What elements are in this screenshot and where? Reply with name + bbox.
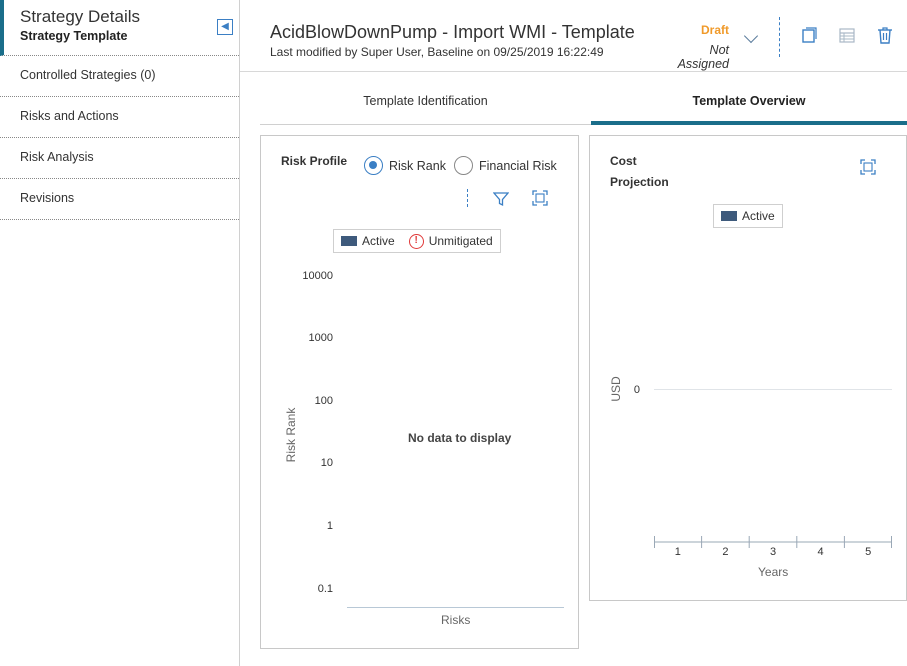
copy-icon[interactable] — [801, 27, 817, 44]
y-tick-label: 10 — [320, 457, 333, 469]
status-badge: Draft — [700, 23, 729, 37]
y-tick-label: 100 — [314, 395, 333, 407]
filter-icon[interactable] — [493, 191, 509, 207]
x-axis-title: Years — [758, 565, 789, 579]
cost-projection-legend: Active — [713, 204, 783, 228]
legend-swatch-active — [341, 236, 357, 246]
trash-icon[interactable] — [877, 27, 893, 44]
risk-profile-legend: Active ! Unmitigated — [333, 229, 501, 253]
y-tick-label: 0.1 — [317, 583, 333, 595]
sidebar-title: Strategy Details — [20, 7, 140, 26]
no-data-message: No data to display — [408, 431, 512, 445]
x-tick-label: 3 — [769, 546, 777, 558]
tab-template-overview[interactable]: Template Overview — [591, 85, 907, 125]
assignment-status: Not Assigned — [677, 43, 729, 71]
tab-bar: Template Identification Template Overvie… — [260, 85, 907, 125]
sidebar: Strategy Details Strategy Template ◀ Con… — [0, 0, 240, 666]
sidebar-item-label: Controlled Strategies (0) — [20, 68, 156, 82]
radio-label: Financial Risk — [479, 158, 557, 173]
legend-label-unmitigated: Unmitigated — [428, 234, 493, 248]
warning-icon: ! — [408, 233, 424, 249]
x-axis-title: Risks — [441, 613, 471, 627]
sidebar-item-label: Revisions — [20, 191, 75, 205]
sidebar-item-risk-analysis[interactable]: Risk Analysis — [0, 138, 239, 179]
page-title: AcidBlowDownPump - Import WMI - Template — [270, 22, 635, 42]
collapse-left-icon[interactable]: ◀ — [217, 19, 233, 35]
chevron-down-icon[interactable] — [743, 28, 759, 44]
legend-label-active: Active — [742, 209, 775, 223]
grid-icon — [839, 28, 855, 43]
sidebar-item-revisions[interactable]: Revisions — [0, 179, 239, 220]
sidebar-item-risks-and-actions[interactable]: Risks and Actions — [0, 97, 239, 138]
cost-projection-title-line1: Cost — [610, 154, 637, 168]
x-tick-label: 4 — [817, 546, 824, 558]
sidebar-item-controlled-strategies[interactable]: Controlled Strategies (0) — [0, 56, 239, 97]
y-tick-label: 1000 — [308, 332, 333, 344]
sidebar-item-label: Risk Analysis — [20, 150, 94, 164]
legend-swatch-active — [721, 211, 737, 221]
status-block: Draft Not Assigned — [656, 23, 729, 71]
radio-selected-icon — [364, 156, 383, 175]
expand-icon[interactable] — [532, 190, 548, 206]
expand-icon[interactable] — [860, 159, 876, 175]
x-tick-label: 5 — [865, 546, 872, 558]
risk-profile-title: Risk Profile — [281, 154, 348, 168]
cost-projection-panel: Cost Projection Active USD 0 12345 Years — [589, 135, 907, 601]
x-tick-label: 2 — [722, 546, 729, 558]
financial-risk-radio[interactable]: Financial Risk — [454, 156, 557, 175]
tab-template-identification[interactable]: Template Identification — [260, 85, 591, 125]
y-tick-label: 0 — [633, 384, 640, 396]
sidebar-item-label: Risks and Actions — [20, 109, 119, 123]
radio-label: Risk Rank — [389, 158, 446, 173]
risk-rank-radio[interactable]: Risk Rank — [364, 156, 446, 175]
divider — [779, 17, 780, 57]
toolbar-divider — [467, 189, 468, 207]
y-tick-label: 10000 — [302, 270, 333, 282]
x-tick-label: 1 — [674, 546, 681, 558]
sidebar-header: Strategy Details Strategy Template ◀ — [0, 0, 239, 56]
y-axis-title: Risk Rank — [284, 407, 298, 463]
radio-unselected-icon — [454, 156, 473, 175]
x-axis-line — [347, 607, 564, 608]
page-subtitle: Last modified by Super User, Baseline on… — [270, 45, 604, 59]
risk-profile-panel: Risk Profile Risk Rank Financial Risk Ac… — [260, 135, 579, 649]
zero-gridline — [654, 389, 892, 390]
page-header: AcidBlowDownPump - Import WMI - Template… — [240, 0, 907, 72]
sidebar-subtitle: Strategy Template — [20, 29, 128, 43]
y-tick-label: 1 — [326, 520, 333, 532]
legend-label-active: Active — [362, 234, 395, 248]
cost-projection-title-line2: Projection — [610, 175, 669, 189]
